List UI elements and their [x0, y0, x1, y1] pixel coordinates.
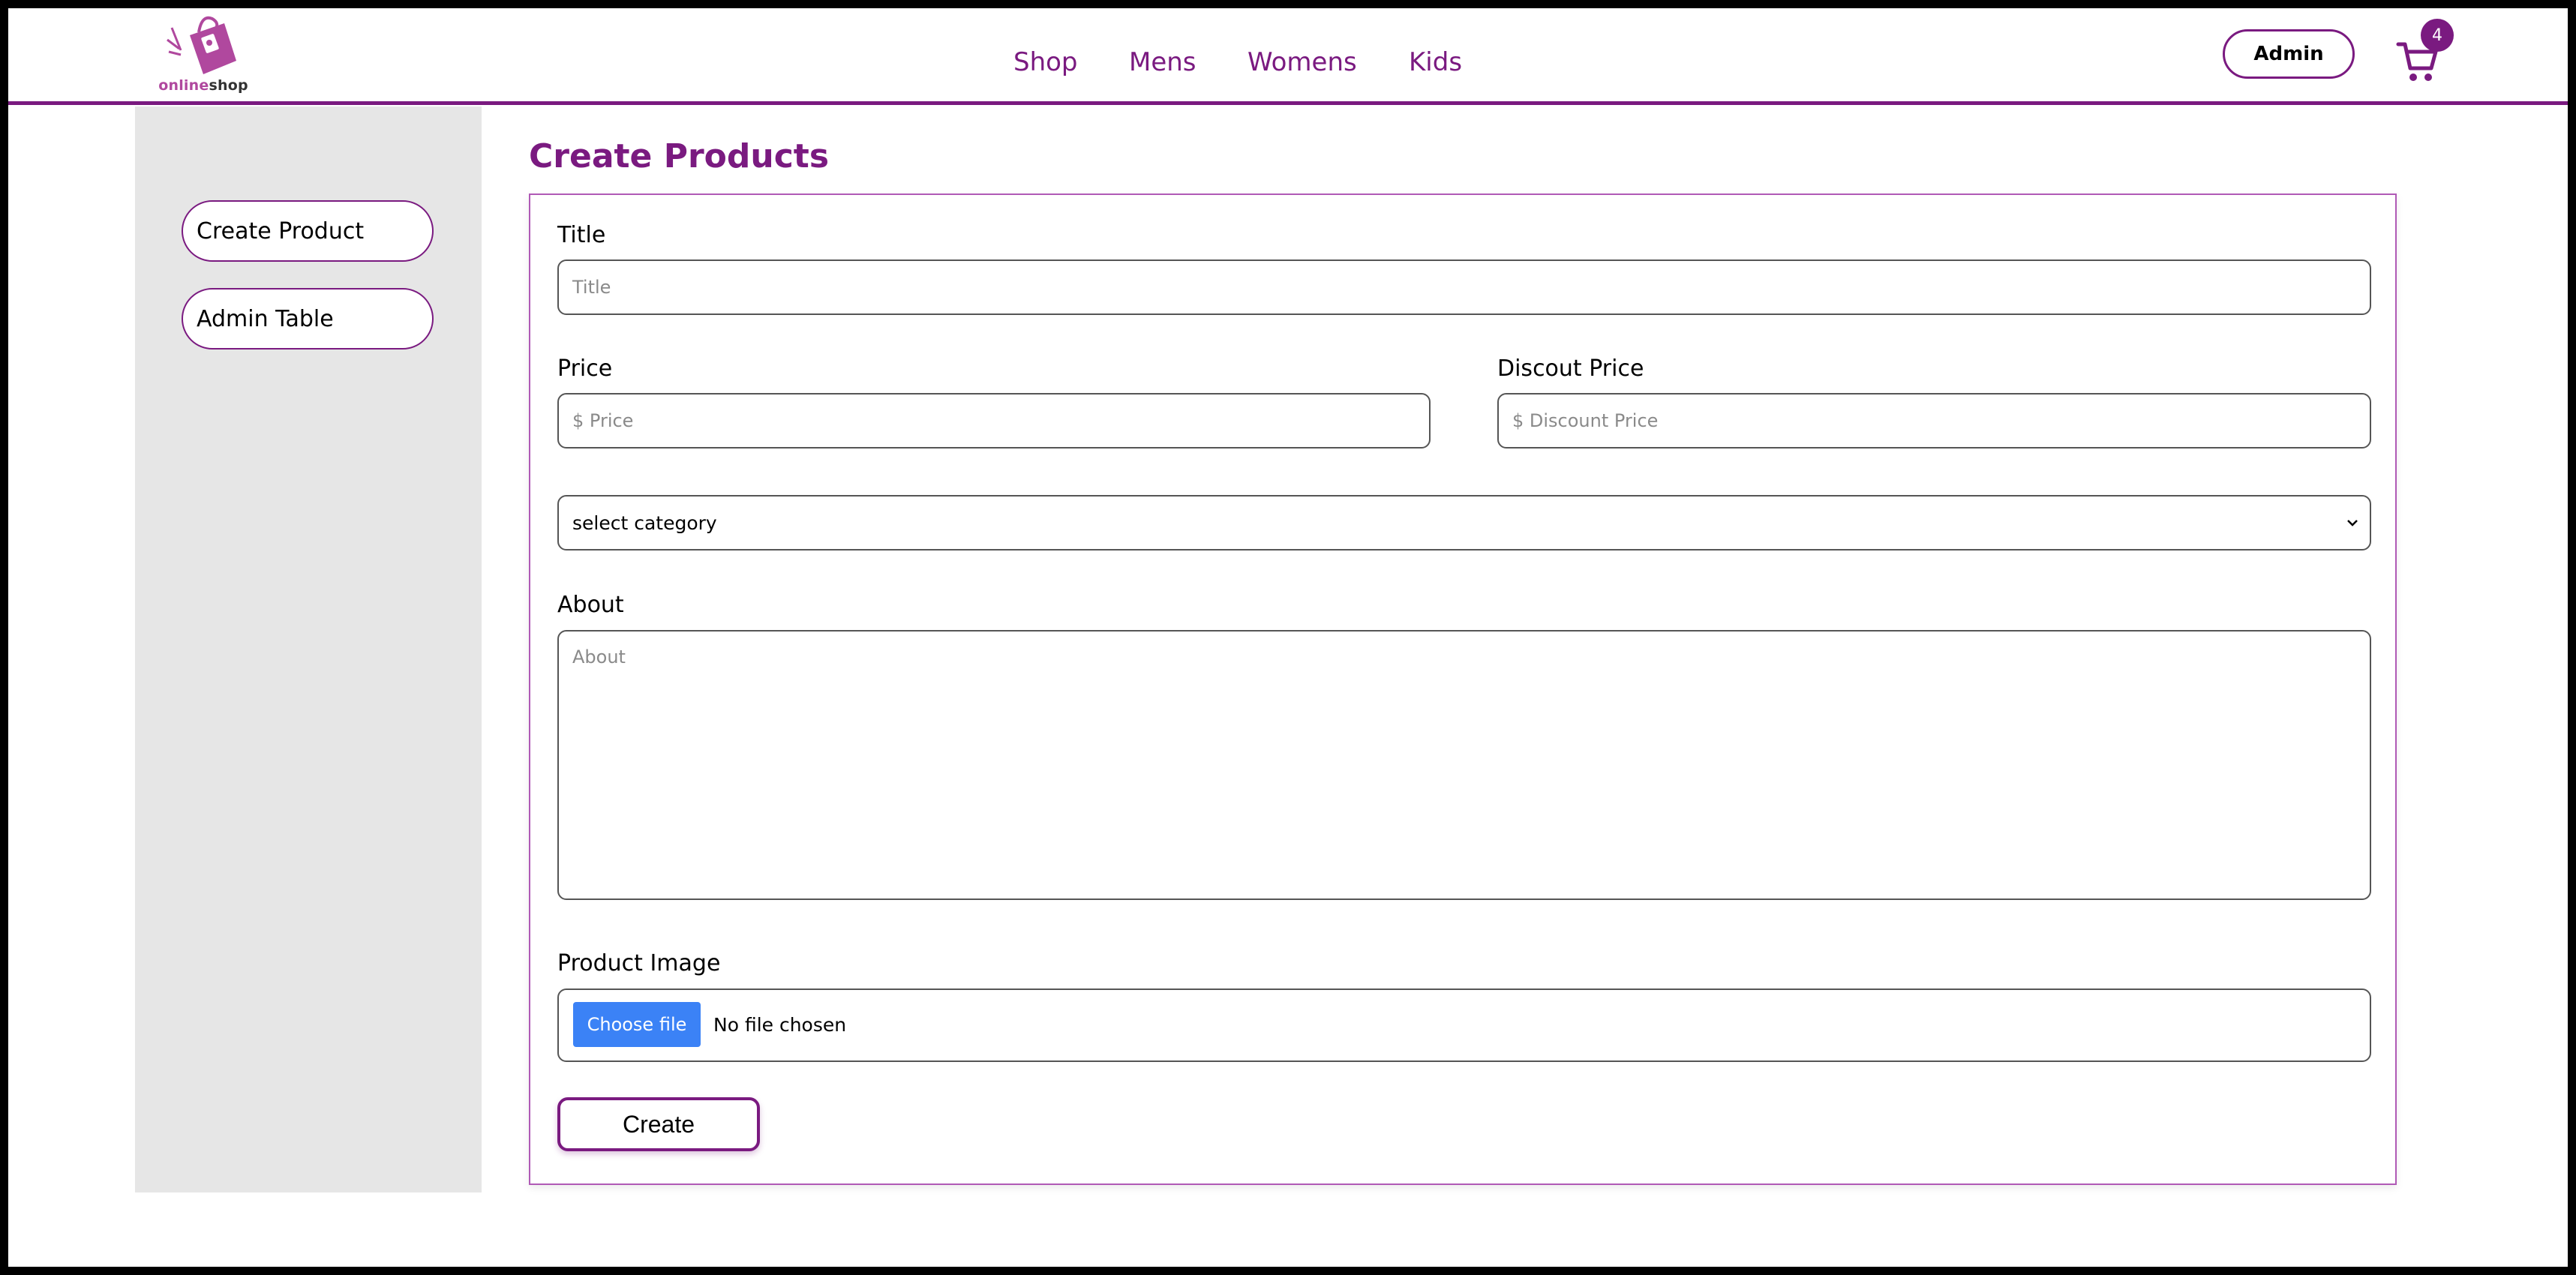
sidebar-item-create-product[interactable]: Create Product — [182, 200, 434, 262]
shopping-bag-icon — [167, 16, 236, 74]
cart-count-badge: 4 — [2421, 19, 2454, 52]
admin-button[interactable]: Admin — [2223, 29, 2355, 79]
nav-link-mens[interactable]: Mens — [1129, 47, 1196, 77]
admin-sidebar: Create Product Admin Table — [135, 106, 482, 1192]
title-label: Title — [557, 222, 606, 248]
discount-price-label: Discout Price — [1497, 356, 1644, 382]
file-status-text: No file chosen — [713, 1014, 847, 1036]
logo-text: onlineshop — [158, 77, 248, 94]
top-navbar: onlineshop Shop Mens Womens Kids Admin 4 — [8, 8, 2568, 105]
category-select-value: select category — [572, 512, 717, 534]
discount-price-input[interactable]: $ Discount Price — [1497, 393, 2371, 448]
about-textarea[interactable]: About — [557, 630, 2371, 900]
sidebar-item-admin-table[interactable]: Admin Table — [182, 288, 434, 350]
logo[interactable]: onlineshop — [151, 13, 256, 97]
nav-link-womens[interactable]: Womens — [1247, 47, 1357, 77]
price-label: Price — [557, 356, 613, 382]
nav-link-kids[interactable]: Kids — [1409, 47, 1462, 77]
price-input[interactable]: $ Price — [557, 393, 1431, 448]
app-window: onlineshop Shop Mens Womens Kids Admin 4… — [8, 8, 2568, 1267]
chevron-down-icon — [2347, 520, 2358, 526]
nav-link-shop[interactable]: Shop — [1013, 47, 1078, 77]
create-product-form: Title Title Price $ Price Discout Price … — [529, 194, 2397, 1185]
product-image-file-input[interactable]: Choose file No file chosen — [557, 988, 2371, 1062]
title-input[interactable]: Title — [557, 260, 2371, 315]
page-title: Create Products — [529, 137, 830, 176]
category-select[interactable]: select category — [557, 495, 2371, 550]
choose-file-button[interactable]: Choose file — [573, 1002, 701, 1047]
product-image-label: Product Image — [557, 950, 721, 976]
create-button[interactable]: Create — [557, 1097, 760, 1151]
about-label: About — [557, 592, 624, 618]
